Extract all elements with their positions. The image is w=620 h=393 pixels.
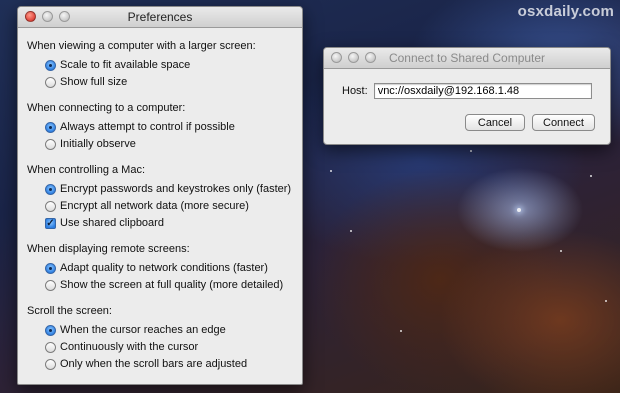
radio-option[interactable]: Show full size	[45, 74, 302, 90]
radio-label: When the cursor reaches an edge	[60, 324, 226, 336]
radio-option[interactable]: Encrypt all network data (more secure)	[45, 198, 302, 214]
star	[560, 250, 562, 252]
radio-option[interactable]: Continuously with the cursor	[45, 339, 302, 355]
radio-label: Adapt quality to network conditions (fas…	[60, 262, 268, 274]
radio-button[interactable]	[45, 200, 56, 212]
section-title: Scroll the screen:	[27, 305, 112, 317]
dialog-title: Connect to Shared Computer	[388, 51, 546, 65]
radio-option[interactable]: Encrypt passwords and keystrokes only (f…	[45, 181, 302, 197]
radio-label: Show full size	[60, 76, 128, 88]
radio-label: Only when the scroll bars are adjusted	[60, 358, 248, 370]
watermark: osxdaily.com	[517, 3, 614, 20]
preferences-titlebar[interactable]: Preferences	[18, 7, 302, 28]
checkbox-option[interactable]: ✓ Use shared clipboard	[45, 215, 302, 231]
connect-titlebar[interactable]: Connect to Shared Computer	[324, 48, 610, 69]
radio-button[interactable]	[45, 341, 56, 353]
radio-button[interactable]	[45, 138, 56, 150]
radio-label: Continuously with the cursor	[60, 341, 199, 353]
star	[605, 300, 607, 302]
star	[400, 330, 402, 332]
connect-dialog: Connect to Shared Computer Host: Cancel …	[323, 47, 611, 145]
preferences-section: Scroll the screen: When the cursor reache…	[27, 305, 302, 372]
radio-label: Show the screen at full quality (more de…	[60, 279, 284, 291]
radio-label: Encrypt passwords and keystrokes only (f…	[60, 183, 292, 195]
preferences-section: When controlling a Mac: Encrypt passwords…	[27, 164, 302, 231]
checkbox-label: Use shared clipboard	[60, 217, 164, 229]
section-title: When controlling a Mac:	[27, 164, 145, 176]
window-title: Preferences	[127, 10, 193, 24]
connect-button[interactable]: Connect	[532, 114, 595, 131]
radio-button[interactable]	[45, 358, 56, 370]
radio-label: Always attempt to control if possible	[60, 121, 235, 133]
radio-option[interactable]: Always attempt to control if possible	[45, 119, 302, 135]
radio-button[interactable]	[45, 324, 56, 336]
radio-option[interactable]: When the cursor reaches an edge	[45, 322, 302, 338]
star	[470, 150, 472, 152]
radio-label: Encrypt all network data (more secure)	[60, 200, 249, 212]
host-label: Host:	[342, 85, 368, 97]
radio-button[interactable]	[45, 59, 56, 71]
radio-label: Initially observe	[60, 138, 136, 150]
radio-button[interactable]	[45, 76, 56, 88]
preferences-body: When viewing a computer with a larger sc…	[18, 28, 302, 372]
cancel-button[interactable]: Cancel	[465, 114, 525, 131]
section-title: When displaying remote screens:	[27, 243, 190, 255]
host-input[interactable]	[373, 83, 592, 99]
radio-button[interactable]	[45, 262, 56, 274]
radio-label: Scale to fit available space	[60, 59, 191, 71]
radio-option[interactable]: Scale to fit available space	[45, 57, 302, 73]
checkbox[interactable]: ✓	[45, 217, 56, 229]
star	[330, 170, 332, 172]
radio-button[interactable]	[45, 279, 56, 291]
radio-option[interactable]: Only when the scroll bars are adjusted	[45, 356, 302, 372]
preferences-section: When viewing a computer with a larger sc…	[27, 40, 302, 90]
star	[517, 208, 521, 212]
star	[590, 175, 592, 177]
radio-option[interactable]: Show the screen at full quality (more de…	[45, 277, 302, 293]
radio-button[interactable]	[45, 183, 56, 195]
radio-option[interactable]: Initially observe	[45, 136, 302, 152]
preferences-section: When displaying remote screens: Adapt qua…	[27, 243, 302, 293]
radio-option[interactable]: Adapt quality to network conditions (fas…	[45, 260, 302, 276]
preferences-section: When connecting to a computer: Always att…	[27, 102, 302, 152]
preferences-window: Preferences When viewing a computer with…	[17, 6, 303, 385]
star	[350, 230, 352, 232]
radio-button[interactable]	[45, 121, 56, 133]
section-title: When connecting to a computer:	[27, 102, 186, 114]
section-title: When viewing a computer with a larger sc…	[27, 40, 256, 52]
